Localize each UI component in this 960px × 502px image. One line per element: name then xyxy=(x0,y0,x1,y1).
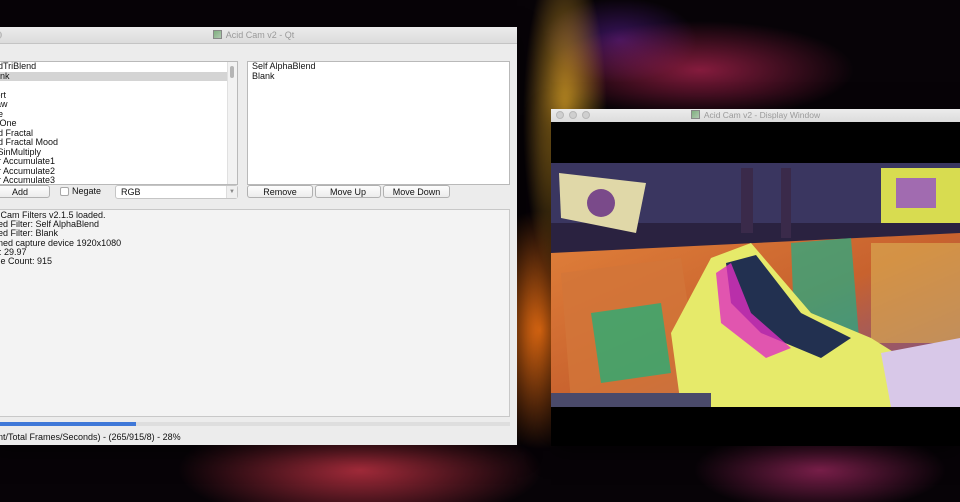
filter-list-item[interactable]: ndTriBlend xyxy=(0,62,237,72)
filter-list[interactable]: ndTriBlendlanktortrawbewOnend Fractalnd … xyxy=(0,61,238,185)
chevron-down-icon: ▼ xyxy=(226,186,237,198)
color-mode-select[interactable]: RGB ▼ xyxy=(115,185,238,199)
filter-list-item[interactable]: or Accumulate3 xyxy=(0,175,237,184)
main-window-title: Acid Cam v2 - Qt xyxy=(225,30,295,40)
status-text: rent/Total Frames/Seconds) - (265/915/8)… xyxy=(0,432,181,442)
filter-list-item[interactable]: lank xyxy=(0,71,237,81)
display-window-titlebar[interactable]: Acid Cam v2 - Display Window xyxy=(551,109,960,123)
app-icon xyxy=(212,30,222,39)
filter-list-scrollbar[interactable] xyxy=(227,62,237,184)
applied-filter-item[interactable]: Blank xyxy=(248,71,509,82)
main-window-titlebar[interactable]: Acid Cam v2 - Qt xyxy=(0,27,517,44)
display-window: Acid Cam v2 - Display Window xyxy=(551,109,960,446)
progress-bar xyxy=(0,422,510,426)
letterbox-top xyxy=(551,122,960,163)
letterbox-bottom xyxy=(551,407,960,446)
main-window: Acid Cam v2 - Qt ndTriBlendlank tortrawbe… xyxy=(0,27,517,445)
log-line: ded Filter: Self AlphaBlend xyxy=(0,219,100,230)
negate-label: Negate xyxy=(72,186,102,196)
close-button[interactable] xyxy=(0,31,2,39)
remove-button[interactable]: Remove xyxy=(247,185,313,198)
move-up-button[interactable]: Move Up xyxy=(315,185,381,198)
video-frame xyxy=(551,163,960,407)
applied-filter-item[interactable]: Self AlphaBlend xyxy=(248,62,509,72)
filter-list-item[interactable] xyxy=(0,81,237,91)
scrollbar-thumb[interactable] xyxy=(230,66,234,78)
filter-list-item[interactable]: tort xyxy=(0,90,237,101)
psychedelic-video-image xyxy=(551,163,960,407)
add-button[interactable]: Add xyxy=(0,185,50,198)
log-line: me Count: 915 xyxy=(0,255,53,266)
color-mode-value: RGB xyxy=(121,187,141,197)
negate-checkbox[interactable] xyxy=(60,187,69,196)
move-down-button[interactable]: Move Down xyxy=(383,185,450,198)
zoom-button[interactable] xyxy=(582,111,590,119)
minimize-button[interactable] xyxy=(569,111,577,119)
applied-filter-list[interactable]: Self AlphaBlend Blank xyxy=(247,61,510,185)
close-button[interactable] xyxy=(556,111,564,119)
filter-list-item[interactable]: wOne xyxy=(0,118,237,129)
log-line: ened capture device 1920x1080 xyxy=(0,237,122,248)
progress-fill xyxy=(0,422,136,426)
filter-list-item[interactable]: raw xyxy=(0,99,237,110)
app-icon xyxy=(690,110,700,119)
display-window-title: Acid Cam v2 - Display Window xyxy=(703,110,821,120)
log-output[interactable]: d Cam Filters v2.1.5 loaded. ded Filter: … xyxy=(0,209,510,417)
filter-list-item[interactable]: be xyxy=(0,109,237,120)
log-line: S: 29.97 xyxy=(0,246,27,257)
